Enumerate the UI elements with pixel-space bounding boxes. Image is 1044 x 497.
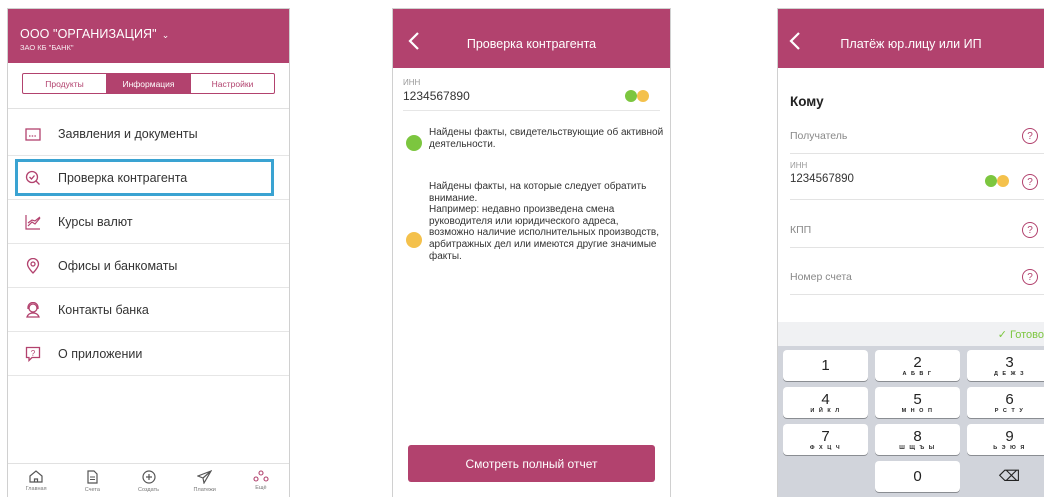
view-full-report-button[interactable]: Смотреть полный отчет <box>408 445 655 482</box>
segmented-control: Продукты Информация Настройки <box>22 73 275 94</box>
yellow-status-dot <box>406 232 422 248</box>
menu-item-bank-contacts[interactable]: Контакты банка <box>8 288 289 332</box>
help-icon[interactable]: ? <box>1022 269 1038 285</box>
key-1[interactable]: 1 <box>783 350 868 381</box>
tab-home[interactable]: Главная <box>8 464 64 497</box>
green-dot <box>985 175 997 187</box>
divider <box>790 153 1044 154</box>
header: Проверка контрагента <box>393 9 670 68</box>
key-2[interactable]: 2А Б В Г <box>875 350 960 381</box>
tab-more[interactable]: Ещё <box>233 464 289 497</box>
home-icon <box>29 470 43 483</box>
divider <box>790 199 1044 200</box>
done-button[interactable]: ✓ Готово <box>998 328 1044 341</box>
status-indicator <box>985 175 1009 187</box>
tab-label: Ещё <box>255 485 267 491</box>
fact-active: Найдены факты, свидетельствующие об акти… <box>429 127 664 150</box>
inn-field[interactable]: 1234567890 <box>790 173 854 185</box>
key-blank <box>783 461 868 492</box>
key-5[interactable]: 5М Н О П <box>875 387 960 418</box>
divider <box>790 294 1044 295</box>
paper-plane-icon <box>197 470 213 484</box>
tab-label: Главная <box>25 486 47 492</box>
help-icon[interactable]: ? <box>1022 174 1038 190</box>
svg-text:?: ? <box>31 349 36 358</box>
help-icon[interactable]: ? <box>1022 128 1038 144</box>
fact-attention: Найдены факты, на которые следует обрати… <box>429 181 660 262</box>
menu-item-label: Курсы валют <box>58 214 133 229</box>
chevron-down-icon: ⌄ <box>161 30 170 40</box>
menu-item-documents[interactable]: Заявления и документы <box>8 112 289 156</box>
account-number-field[interactable]: Номер счета <box>790 271 852 283</box>
tab-accounts[interactable]: Счета <box>64 464 120 497</box>
segment-products[interactable]: Продукты <box>23 74 106 93</box>
inn-label: ИНН <box>403 78 421 87</box>
menu-item-exchange-rates[interactable]: Курсы валют <box>8 200 289 244</box>
menu-item-counterparty-check[interactable]: Проверка контрагента <box>8 156 289 200</box>
green-status-dot <box>406 135 422 151</box>
key-0[interactable]: 0 <box>875 461 960 492</box>
page-title: Проверка контрагента <box>466 37 597 51</box>
question-chat-icon: ? <box>24 345 42 363</box>
help-icon[interactable]: ? <box>1022 222 1038 238</box>
menu-list: Заявления и документы Проверка контраген… <box>8 112 289 376</box>
keyboard-toolbar: ✓ Готово <box>778 322 1044 346</box>
menu-item-label: Заявления и документы <box>58 126 198 141</box>
numeric-keyboard: ✓ Готово 1 2А Б В Г 3Д Е Ж З 4И Й К Л 5М… <box>778 322 1044 497</box>
status-indicator <box>625 90 649 102</box>
inn-label: ИНН <box>790 161 808 170</box>
tab-label: Платежи <box>193 487 216 493</box>
key-4[interactable]: 4И Й К Л <box>783 387 868 418</box>
tab-label: Создать <box>138 487 159 493</box>
backspace-icon: ⌫ <box>998 468 1021 485</box>
menu-item-about[interactable]: ? О приложении <box>8 332 289 376</box>
operator-icon <box>24 301 42 319</box>
segment-settings[interactable]: Настройки <box>190 74 274 93</box>
divider <box>403 110 660 111</box>
key-7[interactable]: 7Ф Х Ц Ч <box>783 424 868 455</box>
yellow-dot <box>637 90 649 102</box>
backspace-key[interactable]: ⌫ <box>967 461 1044 492</box>
tab-payments[interactable]: Платежи <box>177 464 233 497</box>
header: ООО "ОРГАНИЗАЦИЯ" ⌄ ЗАО КБ "БАНК" <box>8 9 289 63</box>
menu-item-offices-atms[interactable]: Офисы и банкоматы <box>8 244 289 288</box>
screen-more-menu: ООО "ОРГАНИЗАЦИЯ" ⌄ ЗАО КБ "БАНК" Продукт… <box>7 8 290 497</box>
yellow-dot <box>997 175 1009 187</box>
key-6[interactable]: 6Р С Т У <box>967 387 1044 418</box>
screen-counterparty-check: Проверка контрагента ИНН 1234567890 Найд… <box>392 8 671 497</box>
inn-value: 1234567890 <box>403 89 470 103</box>
document-icon <box>87 470 98 484</box>
recipient-field[interactable]: Получатель <box>790 130 847 142</box>
section-title: Кому <box>790 94 824 109</box>
divider <box>790 247 1044 248</box>
kpp-field[interactable]: КПП <box>790 224 811 236</box>
divider <box>8 108 289 109</box>
green-dot <box>625 90 637 102</box>
menu-item-label: О приложении <box>58 346 143 361</box>
bank-name: ЗАО КБ "БАНК" <box>20 43 74 52</box>
organization-name: ООО "ОРГАНИЗАЦИЯ" <box>20 27 157 41</box>
more-dots-icon <box>253 470 269 482</box>
tab-create[interactable]: Создать <box>120 464 176 497</box>
menu-item-label: Офисы и банкоматы <box>58 258 178 273</box>
chart-icon <box>24 213 42 231</box>
tab-bar: Главная Счета Создать Платежи Ещё <box>8 463 289 497</box>
screen-payment-legal: Платёж юр.лицу или ИП Кому Получатель ? … <box>777 8 1044 497</box>
plus-circle-icon <box>141 470 156 484</box>
header: Платёж юр.лицу или ИП <box>778 9 1044 68</box>
key-9[interactable]: 9Ь Э Ю Я <box>967 424 1044 455</box>
key-3[interactable]: 3Д Е Ж З <box>967 350 1044 381</box>
page-title: Платёж юр.лицу или ИП <box>840 37 982 51</box>
key-8[interactable]: 8Ш Щ Ъ Ы <box>875 424 960 455</box>
check-search-icon <box>24 169 42 187</box>
menu-item-label: Контакты банка <box>58 302 149 317</box>
tab-label: Счета <box>84 487 100 493</box>
organization-selector[interactable]: ООО "ОРГАНИЗАЦИЯ" ⌄ <box>20 27 169 41</box>
location-pin-icon <box>24 257 42 275</box>
documents-icon <box>24 125 42 143</box>
menu-item-label: Проверка контрагента <box>58 170 188 185</box>
segment-info[interactable]: Информация <box>106 74 190 93</box>
